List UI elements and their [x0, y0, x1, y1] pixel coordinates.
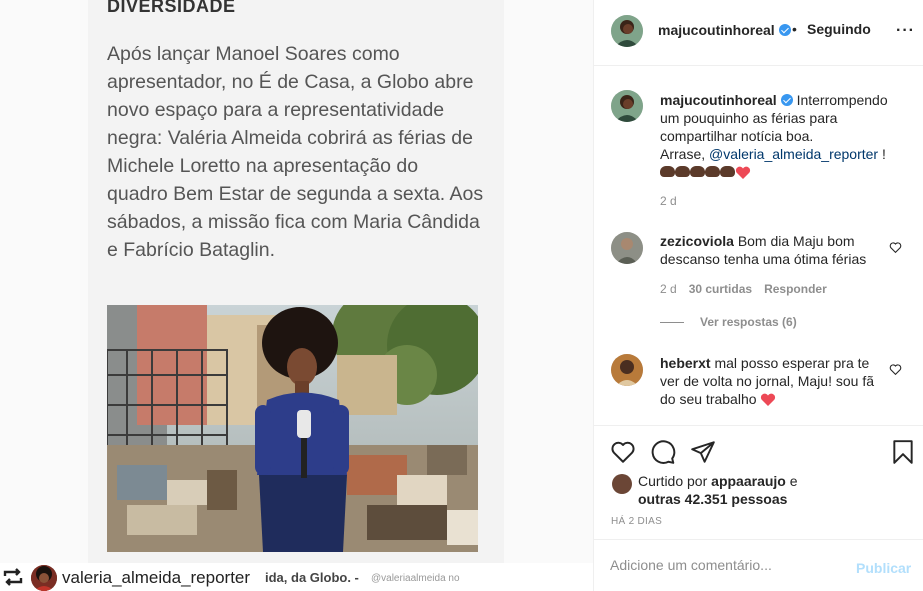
add-comment-bar: Publicar: [594, 539, 923, 591]
clipping-line: negra: Valéria Almeida cobrirá as férias…: [107, 127, 473, 149]
fist-emoji-row: [660, 166, 751, 180]
verified-badge-icon: [780, 94, 793, 106]
comment-text: heberxt mal posso esperar pra te ver de …: [660, 354, 888, 408]
other-likes-link[interactable]: outras 42.351 pessoas: [638, 491, 787, 507]
comment-bubble-icon[interactable]: [650, 439, 676, 465]
caption-body-3: !: [878, 146, 886, 162]
commenter-avatar[interactable]: [611, 354, 643, 386]
save-bookmark-icon[interactable]: [890, 439, 916, 465]
publish-button[interactable]: Publicar: [856, 560, 911, 576]
comment-likes[interactable]: 30 curtidas: [689, 282, 752, 296]
post-header: majucoutinhoreal • Seguindo ···: [594, 0, 923, 66]
replies-divider: [660, 322, 684, 323]
avatar-illustration: [611, 232, 643, 264]
caption-author-avatar[interactable]: [611, 90, 643, 122]
caption-age[interactable]: 2 d: [660, 194, 677, 208]
caption-text: majucoutinhoreal Interrompendo um pouqui…: [660, 91, 888, 181]
following-button[interactable]: Seguindo: [807, 21, 871, 37]
share-paper-plane-icon[interactable]: [690, 439, 716, 465]
clipping-line: e Fabrício Bataglin.: [107, 239, 276, 261]
post-timestamp[interactable]: HÁ 2 DIAS: [611, 516, 662, 527]
repost-avatar: [31, 565, 57, 591]
liker-username[interactable]: appaaraujo: [711, 473, 786, 489]
repost-icon: [3, 568, 23, 586]
red-heart-emoji-icon: [761, 393, 776, 407]
like-comment-heart-icon[interactable]: [889, 241, 902, 254]
separator-dot: •: [792, 21, 797, 37]
comment-input[interactable]: [610, 557, 840, 573]
fist-emoji-icon: [690, 166, 705, 178]
view-replies-button[interactable]: Ver respostas (6): [700, 315, 797, 329]
liker-avatar[interactable]: [612, 474, 632, 494]
comments-list[interactable]: majucoutinhoreal Interrompendo um pouqui…: [594, 66, 923, 426]
mention-link[interactable]: @valeria_almeida_reporter: [709, 146, 878, 162]
avatar-illustration: [611, 354, 643, 386]
likes-prefix: Curtido por: [638, 473, 712, 489]
post-details-panel: majucoutinhoreal • Seguindo ··· majucout…: [593, 0, 923, 591]
avatar-illustration: [611, 15, 643, 47]
more-options-icon[interactable]: ···: [896, 22, 915, 40]
author-avatar[interactable]: [611, 15, 643, 47]
red-heart-emoji-icon: [735, 166, 751, 180]
avatar-illustration: [611, 90, 643, 122]
likes-summary: Curtido por appaaraujo e outras 42.351 p…: [638, 472, 868, 508]
comment-username[interactable]: zezicoviola: [660, 233, 734, 249]
repost-caption-handle: @valeriaalmeida no: [371, 573, 460, 584]
comment-username[interactable]: heberxt: [660, 355, 711, 371]
clipping-line: novo espaço para a representatividade: [107, 99, 445, 121]
post-image[interactable]: DIVERSIDADE Após lançar Manoel Soares co…: [0, 0, 593, 591]
commenter-avatar[interactable]: [611, 232, 643, 264]
reply-button[interactable]: Responder: [764, 282, 827, 296]
clipping-heading: DIVERSIDADE: [107, 0, 236, 16]
reporter-photo-illustration: [107, 305, 478, 552]
caption-body-2: Arrase,: [660, 146, 710, 162]
caption-username[interactable]: majucoutinhoreal: [660, 92, 777, 108]
fist-emoji-icon: [660, 166, 675, 178]
author-username-link[interactable]: majucoutinhoreal: [658, 22, 791, 38]
comment-text: zezicoviola Bom dia Maju bom descanso te…: [660, 232, 888, 268]
comment-age[interactable]: 2 d: [660, 282, 677, 296]
fist-emoji-icon: [675, 166, 690, 178]
verified-badge-icon: [778, 24, 791, 36]
reporter-photo: [107, 305, 478, 552]
clipping-line: apresentador, no É de Casa, a Globo abre: [107, 71, 474, 93]
author-username[interactable]: majucoutinhoreal: [658, 22, 775, 38]
like-heart-icon[interactable]: [610, 439, 636, 465]
clipping-line: sábados, a missão fica com Maria Cândida: [107, 211, 480, 233]
fist-emoji-icon: [705, 166, 720, 178]
repost-caption-text: ida, da Globo. -: [265, 570, 359, 585]
comment-meta: 2 d 30 curtidas Responder: [660, 282, 827, 296]
clipping-line: quadro Bem Estar de segunda a sexta. Aos: [107, 183, 484, 205]
fist-emoji-icon: [720, 166, 735, 178]
like-comment-heart-icon[interactable]: [889, 363, 902, 376]
clipping-line: Michele Loretto na apresentação do: [107, 155, 419, 177]
clipping-line: Após lançar Manoel Soares como: [107, 43, 400, 65]
avatar-illustration: [31, 565, 57, 591]
clipping-body: Após lançar Manoel Soares como apresenta…: [107, 40, 487, 264]
repost-username: valeria_almeida_reporter: [62, 568, 251, 587]
likes-joiner: e: [785, 473, 798, 489]
